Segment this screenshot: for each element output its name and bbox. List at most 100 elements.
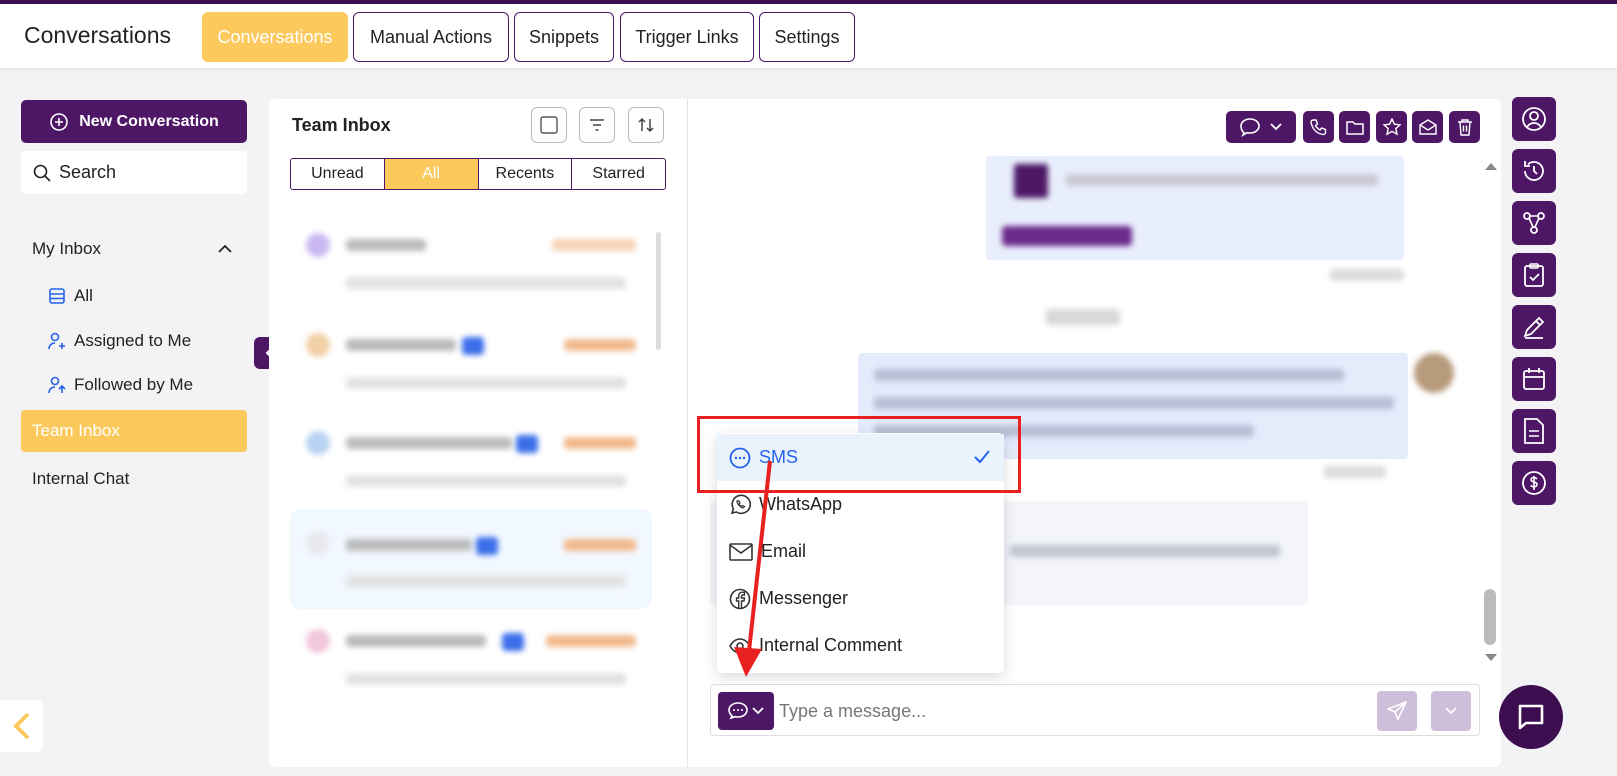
tab-trigger-links[interactable]: Trigger Links [620, 12, 754, 62]
blurred-timestamp [552, 239, 636, 251]
app-title: Conversations [24, 22, 172, 48]
folder-button[interactable] [1339, 111, 1370, 143]
document-icon [1524, 418, 1544, 444]
channel-switch-button[interactable] [1226, 111, 1296, 143]
send-button[interactable] [1377, 691, 1417, 731]
back-button[interactable] [0, 700, 43, 752]
chevron-up-icon [218, 244, 232, 253]
filter-button[interactable] [579, 107, 615, 143]
top-header: Conversations Conversations Manual Actio… [0, 4, 1617, 68]
sidebar-item-team-inbox[interactable]: Team Inbox [21, 410, 247, 452]
avatar [306, 531, 330, 555]
filter-all[interactable]: All [384, 159, 479, 189]
list-scrollbar[interactable] [656, 232, 661, 350]
history-button[interactable] [1512, 149, 1556, 193]
sidebar-item-all[interactable]: All [48, 286, 93, 306]
tab-snippets[interactable]: Snippets [514, 12, 614, 62]
attachment-thumbnail [1014, 164, 1048, 198]
documents-button[interactable] [1512, 409, 1556, 453]
blurred-message-text [1010, 545, 1280, 557]
sidebar-item-label: Assigned to Me [74, 331, 192, 350]
blurred-preview [346, 277, 626, 289]
contact-profile-button[interactable] [1512, 97, 1556, 141]
blurred-contact-name [346, 437, 512, 449]
blurred-message-text [874, 397, 1394, 409]
inbox-filter-tabs: Unread All Recents Starred [290, 158, 666, 190]
list-item[interactable] [290, 509, 652, 609]
search-box[interactable]: Search [21, 151, 247, 194]
blurred-preview [346, 673, 626, 685]
list-item[interactable] [290, 319, 652, 415]
chat-scrollbar[interactable] [1484, 589, 1496, 645]
sidebar-item-internal-chat[interactable]: Internal Chat [32, 469, 129, 489]
blurred-badge [462, 337, 484, 355]
blurred-contact-name [346, 635, 486, 647]
tab-manual-actions[interactable]: Manual Actions [353, 12, 509, 62]
folder-icon [1345, 121, 1364, 135]
blurred-timestamp [1330, 269, 1404, 281]
checkbox-icon [540, 116, 558, 134]
avatar [306, 431, 330, 455]
left-navigation: New Conversation Search My Inbox All Ass… [0, 68, 268, 776]
envelope-open-icon [1418, 119, 1437, 135]
sidebar-item-assigned-to-me[interactable]: Assigned to Me [48, 331, 191, 351]
workflow-button[interactable] [1512, 201, 1556, 245]
chat-plus-icon [50, 112, 69, 131]
tasks-button[interactable] [1512, 253, 1556, 297]
list-item[interactable] [290, 219, 652, 315]
phone-icon [1309, 119, 1326, 136]
message-bubble-blurred [986, 156, 1404, 260]
filter-starred[interactable]: Starred [572, 159, 665, 189]
delete-button[interactable] [1449, 111, 1480, 143]
my-inbox-label: My Inbox [32, 239, 101, 258]
blurred-timestamp [564, 437, 636, 449]
star-button[interactable] [1376, 111, 1407, 143]
chat-widget-button[interactable] [1499, 685, 1563, 749]
tab-conversations[interactable]: Conversations [202, 12, 348, 62]
send-options-button[interactable] [1431, 691, 1471, 731]
tab-settings[interactable]: Settings [759, 12, 855, 62]
notes-button[interactable] [1512, 305, 1556, 349]
dollar-circle-icon [1522, 471, 1546, 495]
blurred-contact-name [346, 339, 456, 351]
blurred-timestamp [1324, 466, 1386, 478]
scroll-down-arrow-icon[interactable] [1484, 653, 1498, 663]
sidebar-item-followed-by-me[interactable]: Followed by Me [48, 375, 193, 395]
send-icon [1387, 701, 1407, 721]
sidebar-item-label: Followed by Me [74, 375, 194, 394]
blurred-attachment-name [1066, 174, 1378, 186]
list-item[interactable] [290, 615, 652, 711]
chat-bubble-icon [728, 702, 748, 720]
filter-recents[interactable]: Recents [479, 159, 573, 189]
scroll-up-arrow-icon[interactable] [1484, 161, 1498, 171]
sidebar-item-label: All [74, 286, 93, 305]
call-button[interactable] [1303, 111, 1334, 143]
payments-button[interactable] [1512, 461, 1556, 505]
chevron-left-icon [12, 712, 29, 740]
avatar [306, 233, 330, 257]
message-input[interactable] [779, 693, 1369, 729]
sort-icon [638, 117, 654, 133]
blurred-timestamp [546, 635, 636, 647]
search-icon [33, 164, 51, 182]
message-composer [710, 684, 1480, 736]
chevron-down-icon [1445, 707, 1457, 715]
user-followed-icon [48, 376, 66, 394]
blurred-message-text [874, 369, 1344, 381]
channel-selector-button[interactable] [718, 692, 774, 730]
new-conversation-button[interactable]: New Conversation [21, 100, 247, 143]
filter-unread[interactable]: Unread [291, 159, 385, 189]
list-icon [49, 288, 65, 304]
calendar-button[interactable] [1512, 357, 1556, 401]
chat-bubble-icon [1518, 704, 1544, 730]
pen-icon [1523, 316, 1545, 339]
avatar [306, 629, 330, 653]
mark-read-button[interactable] [1412, 111, 1443, 143]
avatar [306, 333, 330, 357]
blurred-preview [346, 377, 626, 389]
sort-button[interactable] [628, 107, 664, 143]
select-all-checkbox[interactable] [531, 107, 567, 143]
my-inbox-toggle[interactable]: My Inbox [32, 239, 232, 259]
blurred-date-divider [1046, 309, 1120, 325]
list-item[interactable] [290, 417, 652, 513]
